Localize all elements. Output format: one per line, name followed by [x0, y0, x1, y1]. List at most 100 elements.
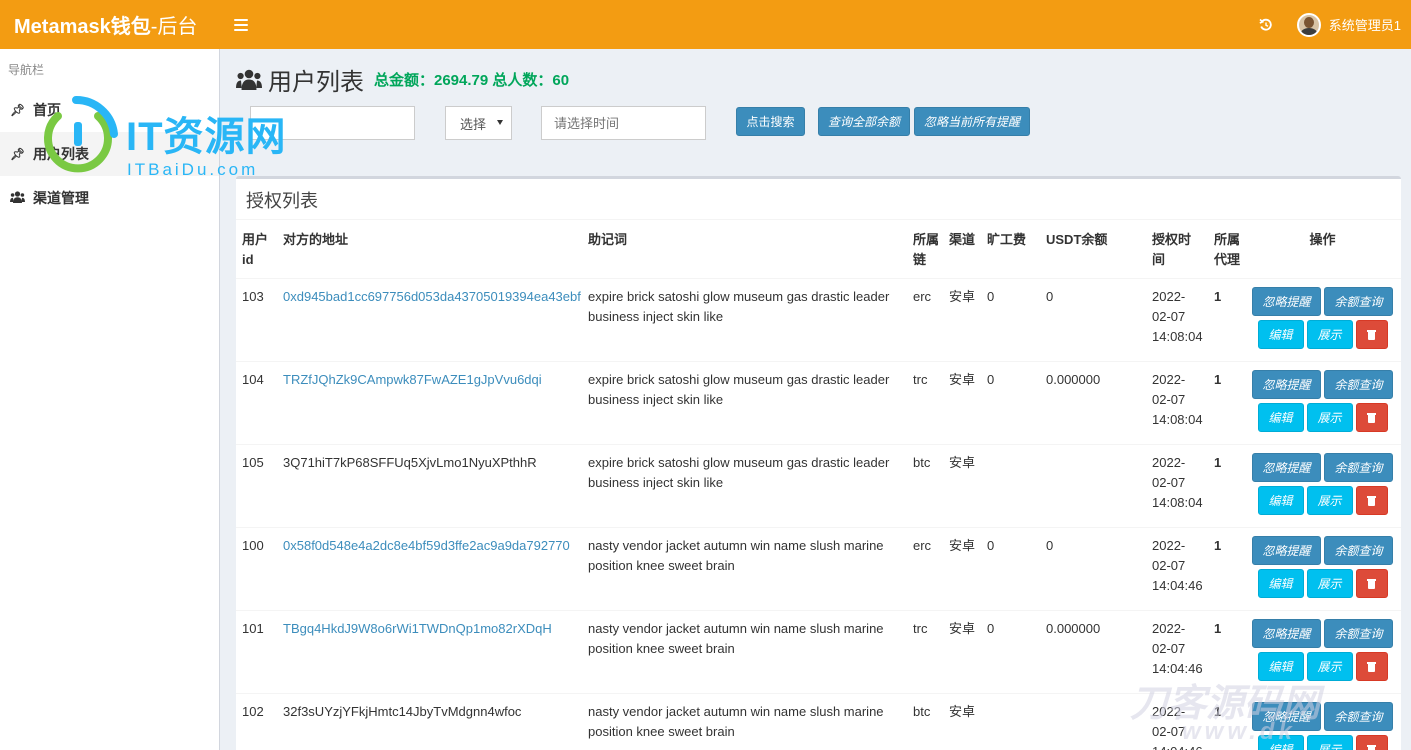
edit-button[interactable]: 编辑: [1257, 486, 1304, 515]
ignore-reminder-button[interactable]: 忽略提醒: [1252, 370, 1321, 399]
balance-query-button[interactable]: 余额查询: [1324, 702, 1393, 731]
col-header-channel: 渠道: [949, 232, 976, 247]
edit-button[interactable]: 编辑: [1257, 569, 1304, 598]
cell-actions: 忽略提醒 余额查询 编辑 展示: [1244, 693, 1401, 750]
content-header: 用户列表 总金额：2694.79 总人数：60: [236, 62, 569, 97]
col-header-usdt: USDT余额: [1046, 232, 1108, 247]
cell-mnemonic: expire brick satoshi glow museum gas dra…: [580, 361, 907, 445]
show-button[interactable]: 展示: [1306, 320, 1353, 349]
sidebar-item-channels[interactable]: 渠道管理: [0, 176, 219, 220]
users-icon: [10, 190, 25, 206]
show-button[interactable]: 展示: [1306, 403, 1353, 432]
table-row: 105 3Q71hiT7kP68SFFUq5XjvLmo1NyuXPthhR e…: [236, 444, 1401, 528]
cell-actions: 忽略提醒 余额查询 编辑 展示: [1244, 610, 1401, 694]
cell-agent: 1: [1208, 693, 1244, 750]
show-button[interactable]: 展示: [1306, 652, 1353, 681]
edit-button[interactable]: 编辑: [1257, 652, 1304, 681]
balance-query-button[interactable]: 余额查询: [1324, 453, 1393, 482]
ignore-all-reminders-button[interactable]: 忽略当前所有提醒: [914, 107, 1030, 136]
balance-query-button[interactable]: 余额查询: [1324, 619, 1393, 648]
action-row-bottom: 编辑 展示: [1252, 403, 1393, 432]
cell-actions: 忽略提醒 余额查询 编辑 展示: [1244, 444, 1401, 528]
cell-address: TBgq4HkdJ9W8o6rWi1TWDnQp1mo82rXDqH: [275, 610, 580, 694]
ignore-reminder-button[interactable]: 忽略提醒: [1252, 619, 1321, 648]
refresh-icon[interactable]: [1259, 18, 1273, 32]
edit-button[interactable]: 编辑: [1257, 735, 1304, 750]
delete-button[interactable]: [1355, 320, 1388, 349]
delete-button[interactable]: [1355, 569, 1388, 598]
show-button[interactable]: 展示: [1306, 569, 1353, 598]
ignore-reminder-button[interactable]: 忽略提醒: [1252, 536, 1321, 565]
balance-query-button[interactable]: 余额查询: [1324, 536, 1393, 565]
cell-time: 2022-02-07 14:04:46: [1144, 610, 1208, 694]
address-text: 3Q71hiT7kP68SFFUq5XjvLmo1NyuXPthhR: [283, 455, 537, 470]
watermark-logo-sub: ITBaiDu.com: [127, 160, 259, 179]
search-button[interactable]: 点击搜索: [736, 107, 805, 136]
user-avatar[interactable]: [1296, 12, 1321, 37]
action-row-bottom: 编辑 展示: [1252, 652, 1393, 681]
brand-logo[interactable]: Metamask钱包-后台: [0, 10, 220, 39]
trash-icon: [1367, 744, 1376, 750]
cell-time: 2022-02-07 14:04:46: [1144, 693, 1208, 750]
show-button[interactable]: 展示: [1306, 486, 1353, 515]
address-link[interactable]: 0x58f0d548e4a2dc8e4bf59d3ffe2ac9a9da7927…: [283, 538, 570, 553]
table-row: 103 0xd945bad1cc697756d053da43705019394e…: [236, 278, 1401, 362]
cell-agent: 1: [1208, 527, 1244, 611]
ignore-reminder-button[interactable]: 忽略提醒: [1252, 287, 1321, 316]
address-link[interactable]: 0xd945bad1cc697756d053da43705019394ea43e…: [283, 289, 581, 304]
cell-chain: erc: [907, 278, 943, 362]
balance-query-button[interactable]: 余额查询: [1324, 287, 1393, 316]
cell-channel: 安卓: [943, 527, 979, 611]
cell-agent: 1: [1208, 361, 1244, 445]
cell-fee: 0: [979, 278, 1038, 362]
date-input[interactable]: [541, 106, 706, 140]
show-button[interactable]: 展示: [1306, 735, 1353, 750]
cell-chain: trc: [907, 610, 943, 694]
cell-channel: 安卓: [943, 361, 979, 445]
cell-actions: 忽略提醒 余额查询 编辑 展示: [1244, 527, 1401, 611]
cell-time: 2022-02-07 14:08:04: [1144, 361, 1208, 445]
delete-button[interactable]: [1355, 403, 1388, 432]
address-link[interactable]: TBgq4HkdJ9W8o6rWi1TWDnQp1mo82rXDqH: [283, 621, 552, 636]
page-title: 用户列表: [268, 69, 364, 96]
balance-query-button[interactable]: 余额查询: [1324, 370, 1393, 399]
topbar-right: 系统管理员1: [1259, 0, 1401, 49]
cell-user-id: 100: [236, 527, 275, 611]
delete-button[interactable]: [1355, 652, 1388, 681]
cell-channel: 安卓: [943, 278, 979, 362]
user-name[interactable]: 系统管理员1: [1329, 15, 1401, 34]
delete-button[interactable]: [1355, 486, 1388, 515]
cell-time: 2022-02-07 14:08:04: [1144, 444, 1208, 528]
ignore-reminder-button[interactable]: 忽略提醒: [1252, 702, 1321, 731]
summary-totals: 总金额：2694.79 总人数：60: [374, 72, 570, 89]
cell-mnemonic: nasty vendor jacket autumn win name slus…: [580, 527, 907, 611]
sidebar-item-label: 渠道管理: [33, 190, 89, 206]
edit-button[interactable]: 编辑: [1257, 403, 1304, 432]
menu-toggle-icon[interactable]: [234, 18, 248, 31]
cell-actions: 忽略提醒 余额查询 编辑 展示: [1244, 278, 1401, 362]
cell-user-id: 101: [236, 610, 275, 694]
chevron-down-icon: [497, 120, 503, 125]
trash-icon: [1367, 412, 1376, 423]
cell-channel: 安卓: [943, 444, 979, 528]
cell-user-id: 103: [236, 278, 275, 362]
type-select[interactable]: 选择: [445, 106, 512, 140]
address-link[interactable]: TRZfJQhZk9CAmpwk87FwAZE1gJpVvu6dqi: [283, 372, 542, 387]
trash-icon: [1367, 495, 1376, 506]
cell-fee: [979, 693, 1038, 750]
cell-channel: 安卓: [943, 610, 979, 694]
trash-icon: [1367, 661, 1376, 672]
edit-button[interactable]: 编辑: [1257, 320, 1304, 349]
cell-address: 0x58f0d548e4a2dc8e4bf59d3ffe2ac9a9da7927…: [275, 527, 580, 611]
ignore-reminder-button[interactable]: 忽略提醒: [1252, 453, 1321, 482]
delete-button[interactable]: [1355, 735, 1388, 750]
table-row: 101 TBgq4HkdJ9W8o6rWi1TWDnQp1mo82rXDqH n…: [236, 610, 1401, 694]
cell-usdt: 0.000000: [1038, 361, 1144, 445]
top-navbar: Metamask钱包-后台 系统管理员1: [0, 0, 1411, 49]
action-row-top: 忽略提醒 余额查询: [1252, 702, 1393, 731]
pin-icon: 📌︎: [10, 147, 26, 161]
cell-address: TRZfJQhZk9CAmpwk87FwAZE1gJpVvu6dqi: [275, 361, 580, 445]
cell-usdt: 0: [1038, 527, 1144, 611]
trash-icon: [1367, 329, 1376, 340]
query-all-balance-button[interactable]: 查询全部余额: [818, 107, 910, 136]
